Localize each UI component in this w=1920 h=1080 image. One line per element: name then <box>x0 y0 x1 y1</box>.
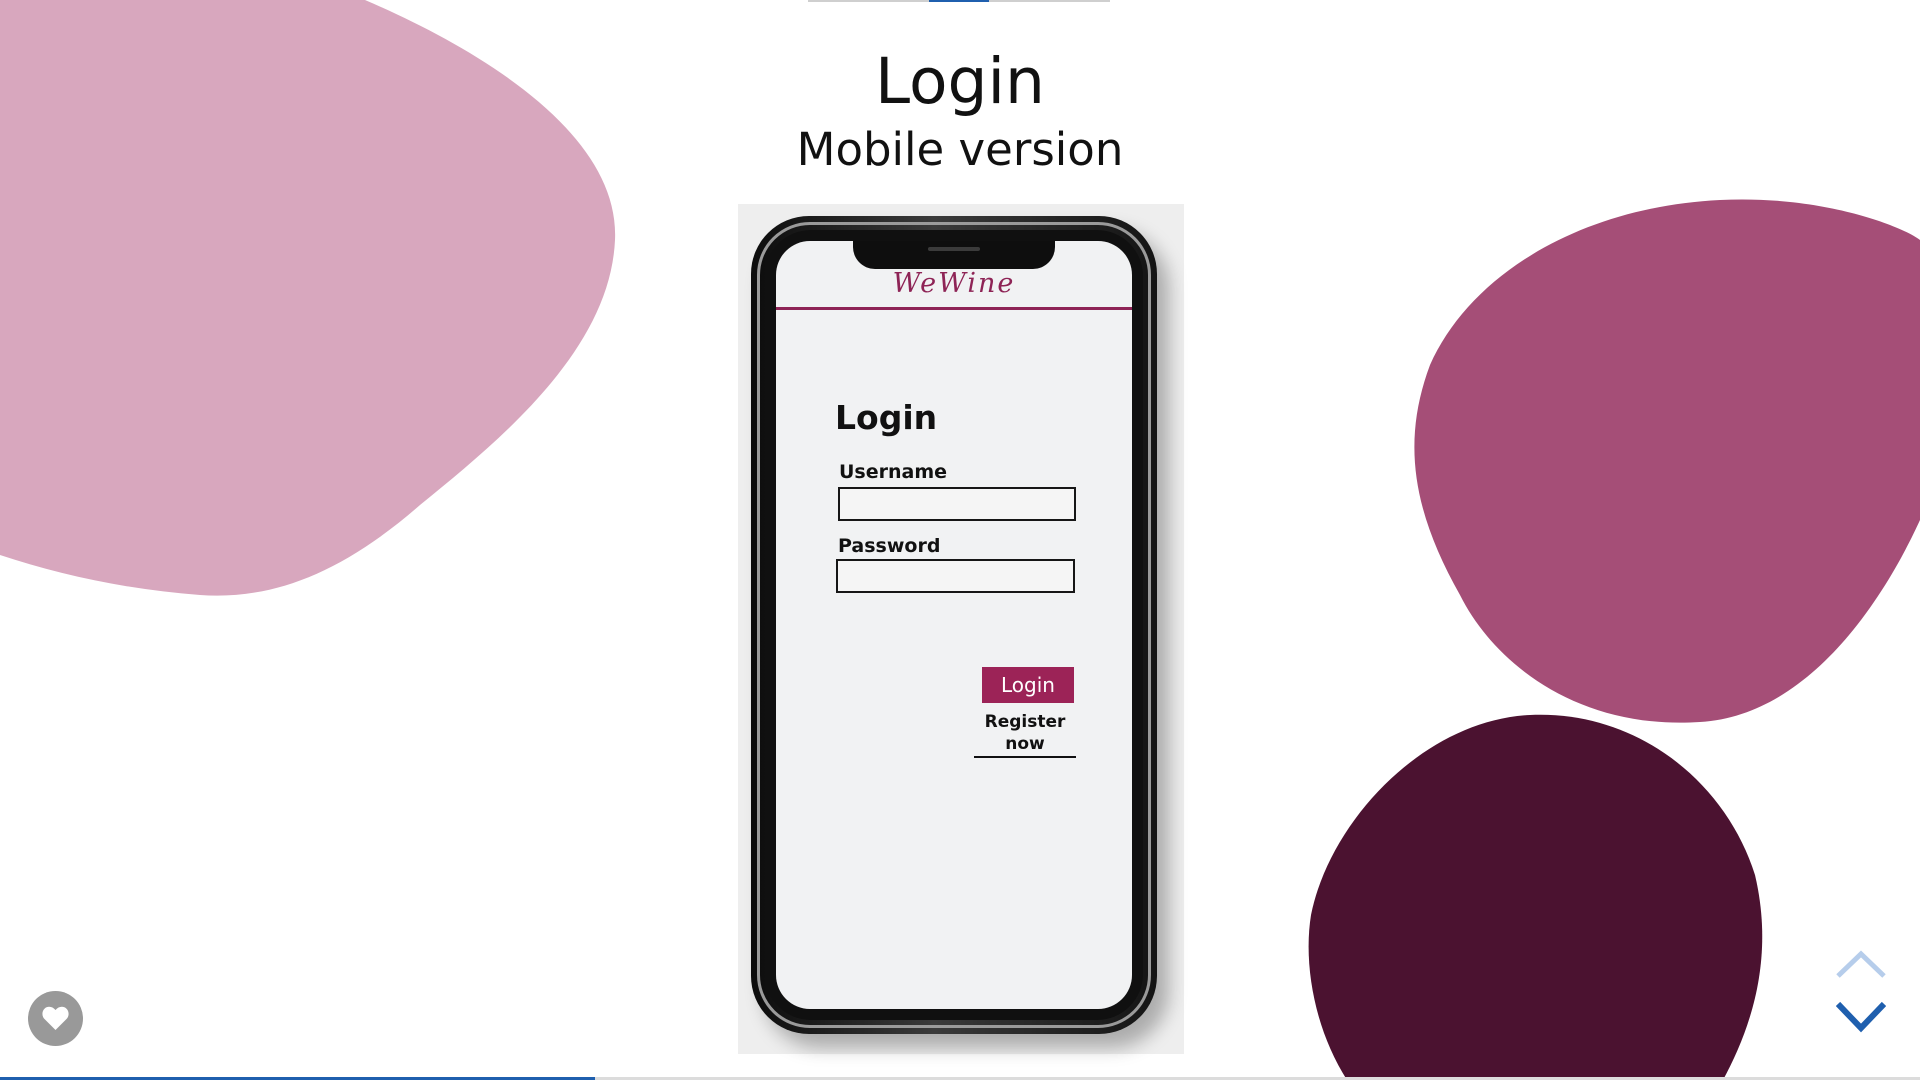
register-now-link[interactable]: Register now <box>974 711 1076 758</box>
app-header-divider <box>776 307 1132 310</box>
phone-mockup-image: WeWine Login Username Password Login Reg… <box>738 204 1184 1054</box>
app-logo: WeWine <box>892 268 1016 299</box>
username-label: Username <box>839 461 948 483</box>
phone-speaker <box>928 247 980 251</box>
login-button[interactable]: Login <box>982 667 1074 703</box>
phone-screen: WeWine Login Username Password Login Reg… <box>776 241 1132 1009</box>
heart-icon <box>42 1006 69 1030</box>
login-heading: Login <box>835 398 938 437</box>
slide-tabs-active-indicator <box>929 0 989 2</box>
password-field[interactable] <box>836 559 1075 593</box>
like-button[interactable] <box>28 991 83 1046</box>
page-title: Login <box>875 45 1045 118</box>
chevron-down-icon[interactable] <box>1836 1000 1886 1034</box>
decorative-blob-medium <box>1414 199 1920 723</box>
phone-notch <box>853 241 1055 269</box>
phone-frame: WeWine Login Username Password Login Reg… <box>751 216 1157 1034</box>
decorative-blob-dark <box>1308 714 1763 1080</box>
chevron-up-icon[interactable] <box>1836 950 1886 980</box>
password-label: Password <box>838 535 941 557</box>
username-field[interactable] <box>838 487 1076 521</box>
page-subtitle: Mobile version <box>796 123 1124 176</box>
